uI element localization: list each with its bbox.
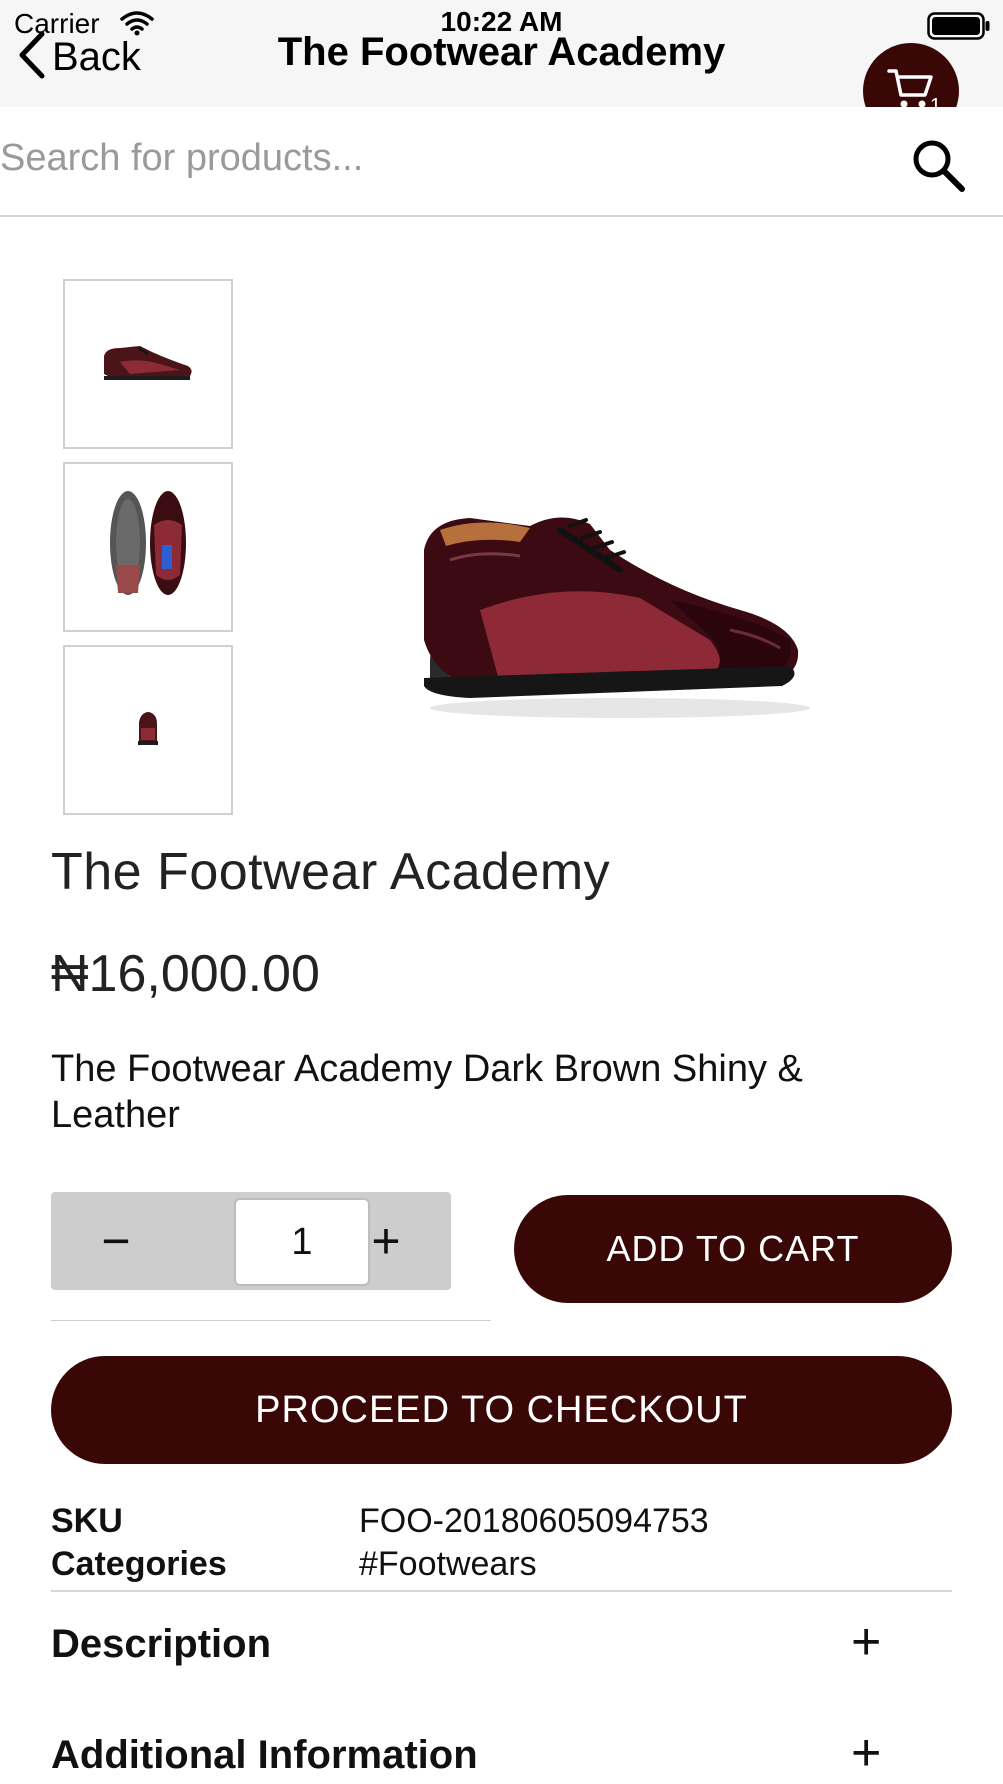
product-title: The Footwear Academy <box>51 843 611 901</box>
navigation-bar: Carrier 10:22 AM Back The Footwear Acade… <box>0 0 1003 107</box>
proceed-to-checkout-button[interactable]: PROCEED TO CHECKOUT <box>51 1356 952 1464</box>
shoe-back-thumbnail <box>133 708 163 753</box>
thumbnail-2[interactable] <box>63 462 233 632</box>
sku-label: SKU <box>51 1502 123 1540</box>
description-accordion[interactable]: Description + <box>51 1616 952 1702</box>
decrement-button[interactable]: − <box>51 1192 181 1290</box>
product-description: The Footwear Academy Dark Brown Shiny & … <box>51 1048 803 1136</box>
shoe-main-image[interactable] <box>410 490 830 740</box>
product-detail-screen: Carrier 10:22 AM Back The Footwear Acade… <box>0 0 1003 1784</box>
categories-value[interactable]: #Footwears <box>359 1545 537 1584</box>
add-to-cart-button[interactable]: ADD TO CART <box>514 1195 952 1303</box>
search-bar <box>0 107 1003 217</box>
search-input[interactable] <box>0 123 880 193</box>
thumbnail-1[interactable] <box>63 279 233 449</box>
additional-information-accordion[interactable]: Additional Information + <box>51 1727 952 1784</box>
plus-icon[interactable]: + <box>851 1616 881 1668</box>
search-icon[interactable] <box>910 137 966 198</box>
meta-divider <box>51 1590 952 1592</box>
accordion-label: Additional Information <box>51 1733 478 1777</box>
plus-icon[interactable]: + <box>851 1727 881 1779</box>
shoe-sole-top-thumbnail <box>98 485 198 610</box>
quantity-divider <box>51 1320 491 1321</box>
quantity-stepper: − 1 + <box>51 1192 451 1290</box>
categories-label: Categories <box>51 1545 227 1583</box>
page-title: The Footwear Academy <box>277 30 726 74</box>
sku-value: FOO-20180605094753 <box>359 1502 709 1540</box>
thumbnail-3[interactable] <box>63 645 233 815</box>
product-price: ₦16,000.00 <box>51 945 320 1003</box>
shoe-side-thumbnail <box>100 338 196 391</box>
accordion-label: Description <box>51 1622 272 1666</box>
increment-button[interactable]: + <box>321 1192 451 1290</box>
